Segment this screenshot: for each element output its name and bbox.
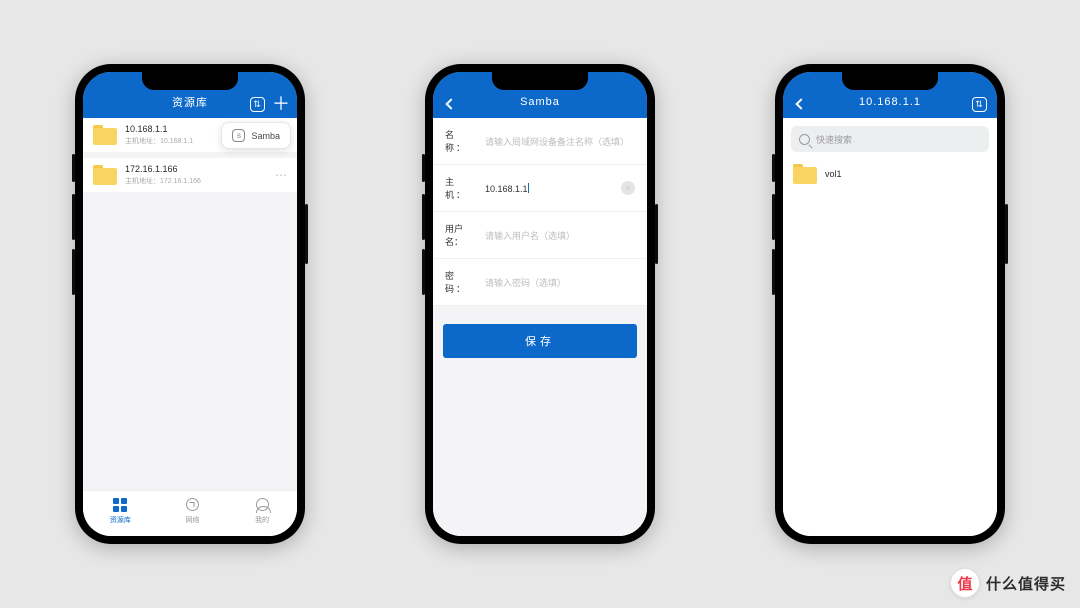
side-button xyxy=(422,154,425,182)
screen: Samba 名 称： 请输入局域网设备备注名称（选填） 主 机： 10.168.… xyxy=(433,72,647,536)
row-text: vol1 xyxy=(825,169,842,179)
folder-icon xyxy=(93,165,117,185)
side-button xyxy=(422,194,425,240)
phone-library: 资源库 ⇅ ＋ s Samba 10.168.1.1 主机地址：10.168.1… xyxy=(75,64,305,544)
item-subtitle: 主机地址：10.168.1.1 xyxy=(125,136,193,146)
samba-icon: s xyxy=(232,129,245,142)
side-button xyxy=(422,249,425,295)
folder-item[interactable]: vol1 xyxy=(783,158,997,190)
watermark: 值 什么值得买 xyxy=(950,568,1066,598)
content: 快速搜索 vol1 xyxy=(783,118,997,536)
item-title: 10.168.1.1 xyxy=(125,124,193,134)
add-button[interactable]: ＋ xyxy=(271,94,291,114)
phone-samba-form: Samba 名 称： 请输入局域网设备备注名称（选填） 主 机： 10.168.… xyxy=(425,64,655,544)
content: 名 称： 请输入局域网设备备注名称（选填） 主 机： 10.168.1.1 × … xyxy=(433,118,647,536)
name-placeholder: 请输入局域网设备备注名称（选填） xyxy=(485,135,635,148)
host-field-row[interactable]: 主 机： 10.168.1.1 × xyxy=(433,165,647,212)
field-label: 用户名： xyxy=(445,222,479,248)
side-button xyxy=(72,249,75,295)
side-button xyxy=(772,194,775,240)
tab-label: 网络 xyxy=(185,515,199,525)
swap-icon: ⇅ xyxy=(250,97,265,112)
add-menu-samba[interactable]: s Samba xyxy=(221,122,291,149)
folder-icon xyxy=(93,125,117,145)
page-title: 资源库 xyxy=(172,94,208,110)
popover-label: Samba xyxy=(251,131,280,141)
phone-browse: 10.168.1.1 ⇅ 快速搜索 vol1 xyxy=(775,64,1005,544)
field-label: 密 码： xyxy=(445,269,479,295)
user-field-row[interactable]: 用户名： 请输入用户名（选填） xyxy=(433,212,647,259)
host-value: 10.168.1.1 xyxy=(485,183,615,194)
swap-button[interactable]: ⇅ xyxy=(247,94,267,114)
pass-placeholder: 请输入密码（选填） xyxy=(485,276,635,289)
watermark-badge: 值 xyxy=(950,568,980,598)
item-subtitle: 主机地址：172.16.1.166 xyxy=(125,176,201,186)
notch xyxy=(142,72,238,90)
name-field-row[interactable]: 名 称： 请输入局域网设备备注名称（选填） xyxy=(433,118,647,165)
side-button xyxy=(772,249,775,295)
screen: 资源库 ⇅ ＋ s Samba 10.168.1.1 主机地址：10.168.1… xyxy=(83,72,297,536)
save-button[interactable]: 保存 xyxy=(443,324,637,358)
page-title: Samba xyxy=(520,96,560,108)
save-label: 保存 xyxy=(525,333,555,349)
search-placeholder: 快速搜索 xyxy=(816,133,852,146)
side-button xyxy=(305,204,308,264)
swap-icon: ⇅ xyxy=(972,97,987,112)
user-placeholder: 请输入用户名（选填） xyxy=(485,229,635,242)
clock-icon xyxy=(184,497,200,513)
back-button[interactable] xyxy=(791,94,811,114)
page-title: 10.168.1.1 xyxy=(859,96,921,108)
tab-mine[interactable]: 我的 xyxy=(254,497,270,525)
clear-button[interactable]: × xyxy=(621,181,635,195)
content: s Samba 10.168.1.1 主机地址：10.168.1.1 172.1… xyxy=(83,118,297,490)
item-title: 172.16.1.166 xyxy=(125,164,201,174)
screen: 10.168.1.1 ⇅ 快速搜索 vol1 xyxy=(783,72,997,536)
side-button xyxy=(655,204,658,264)
tab-label: 我的 xyxy=(255,515,269,525)
folder-icon xyxy=(793,164,817,184)
tab-network[interactable]: 网络 xyxy=(184,497,200,525)
search-input[interactable]: 快速搜索 xyxy=(791,126,989,152)
samba-form: 名 称： 请输入局域网设备备注名称（选填） 主 机： 10.168.1.1 × … xyxy=(433,118,647,306)
row-text: 172.16.1.166 主机地址：172.16.1.166 xyxy=(125,164,201,186)
field-label: 名 称： xyxy=(445,128,479,154)
side-button xyxy=(772,154,775,182)
side-button xyxy=(1005,204,1008,264)
tab-label: 资源库 xyxy=(110,515,131,525)
watermark-text: 什么值得买 xyxy=(986,573,1066,594)
field-label: 主 机： xyxy=(445,175,479,201)
tab-library[interactable]: 资源库 xyxy=(110,497,131,525)
text-caret xyxy=(528,183,529,193)
search-icon xyxy=(799,134,810,145)
tabbar: 资源库 网络 我的 xyxy=(83,490,297,536)
user-icon xyxy=(254,497,270,513)
row-more-icon[interactable]: ⋯ xyxy=(275,168,287,182)
side-button xyxy=(72,154,75,182)
chevron-left-icon xyxy=(445,98,456,109)
grid-icon xyxy=(112,497,128,513)
chevron-left-icon xyxy=(795,98,806,109)
swap-button[interactable]: ⇅ xyxy=(969,94,989,114)
notch xyxy=(842,72,938,90)
item-title: vol1 xyxy=(825,169,842,179)
side-button xyxy=(72,194,75,240)
library-item[interactable]: 172.16.1.166 主机地址：172.16.1.166 ⋯ xyxy=(83,158,297,192)
notch xyxy=(492,72,588,90)
back-button[interactable] xyxy=(441,94,461,114)
pass-field-row[interactable]: 密 码： 请输入密码（选填） xyxy=(433,259,647,306)
row-text: 10.168.1.1 主机地址：10.168.1.1 xyxy=(125,124,193,146)
